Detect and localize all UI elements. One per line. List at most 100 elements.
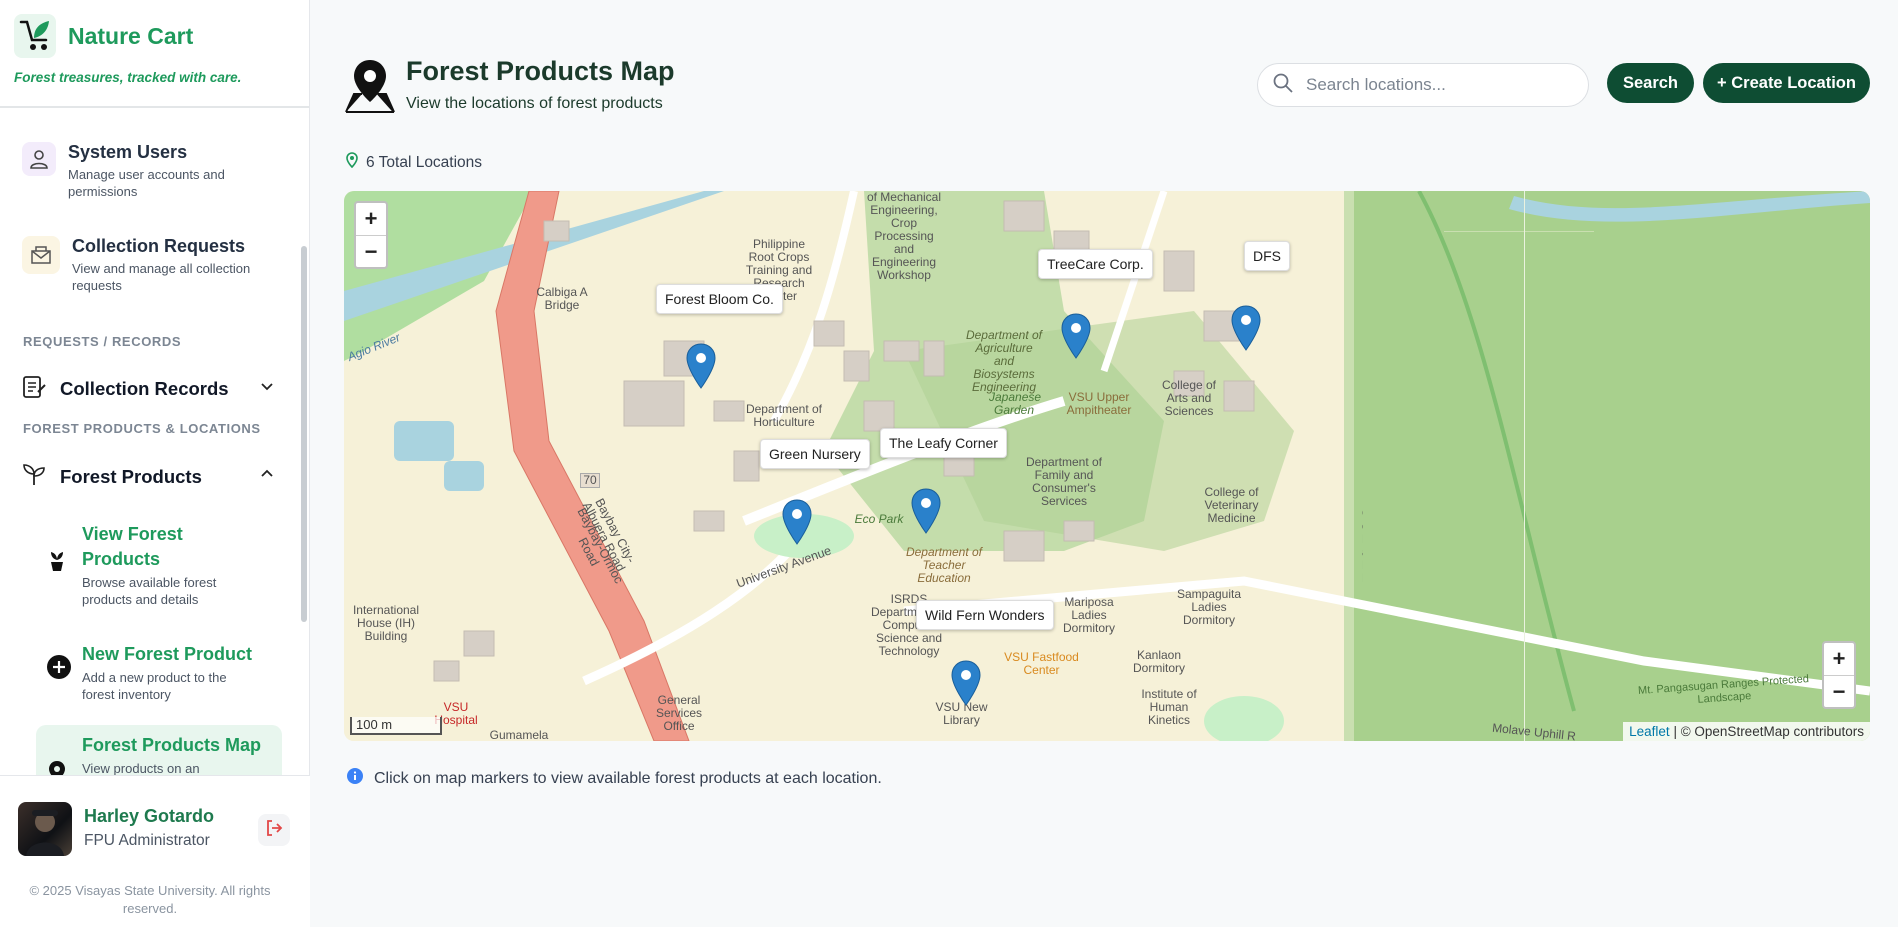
zoom-in-button[interactable]: + <box>356 203 386 235</box>
sidebar-group-forest-products[interactable]: Forest Products <box>20 460 275 493</box>
sidebar: Nature Cart Forest treasures, tracked wi… <box>0 0 310 927</box>
brand-name: Nature Cart <box>68 22 194 49</box>
sidebar-group-label: Collection Records <box>60 377 229 399</box>
place-label: College of Veterinary Medicine <box>1204 485 1259 525</box>
zoom-in-button[interactable]: + <box>1824 643 1854 675</box>
place-label: College of Forestry and Natural Resource… <box>1362 507 1363 585</box>
leaflet-link[interactable]: Leaflet <box>1629 724 1670 739</box>
chevron-up-icon[interactable] <box>259 466 275 487</box>
place-label: Kanlaon Dormitory <box>1132 648 1185 675</box>
sidebar-item-collection-requests[interactable]: Collection Requests View and manage all … <box>22 236 272 294</box>
plus-circle-icon <box>46 654 72 703</box>
create-location-button[interactable]: + Create Location <box>1703 63 1870 103</box>
sidebar-nav: System Users Manage user accounts and pe… <box>0 110 300 775</box>
place-label: International House (IH) Building <box>352 603 420 643</box>
cart-leaf-logo-icon <box>14 14 56 58</box>
map-marker-icon[interactable] <box>782 499 812 545</box>
copyright: © 2025 Visayas State University. All rig… <box>29 883 271 916</box>
sidebar-subitem-label: New Forest Product <box>82 644 253 664</box>
location-count-text: 6 Total Locations <box>366 153 483 171</box>
search-icon <box>1272 72 1294 99</box>
place-label: Department of Teacher Education <box>905 545 983 585</box>
user-panel: Harley Gotardo FPU Administrator © 2025 … <box>0 775 310 927</box>
zoom-control-secondary: + − <box>1822 641 1856 709</box>
marker-label-wild-fern[interactable]: Wild Fern Wonders <box>916 600 1054 630</box>
sidebar-subitem-label: Forest Products Map <box>82 735 262 755</box>
sidebar-item-desc: Manage user accounts and permissions <box>68 167 225 199</box>
sidebar-subitem-view-forest-products[interactable]: View Forest Products Browse available fo… <box>36 514 282 616</box>
marker-label-green-nursery[interactable]: Green Nursery <box>760 439 870 469</box>
user-role: FPU Administrator <box>84 832 210 849</box>
map-marker-icon[interactable] <box>951 660 981 706</box>
potted-plant-icon <box>46 548 72 608</box>
logout-icon <box>264 818 284 843</box>
place-label: of Mechanical Engineering, Crop Processi… <box>866 191 942 282</box>
sidebar-item-system-users[interactable]: System Users Manage user accounts and pe… <box>22 142 253 200</box>
map-marker-icon[interactable] <box>911 488 941 534</box>
sidebar-subitem-desc: Browse available forest products and det… <box>82 575 217 607</box>
sidebar-subitem-desc: View products on an <box>82 761 200 775</box>
map-pin-icon <box>46 759 72 775</box>
place-label: Department of Horticulture <box>745 402 823 429</box>
map-scale: 100 m <box>350 717 442 735</box>
logout-button[interactable] <box>258 814 290 846</box>
place-label: Sampaguita Ladies Dormitory <box>1176 587 1242 627</box>
map-attribution: Leaflet | © OpenStreetMap contributors <box>1623 722 1870 741</box>
map-pin-header-icon <box>342 58 398 114</box>
sidebar-item-desc: View and manage all collection requests <box>72 261 251 293</box>
location-pin-icon <box>344 152 360 173</box>
sidebar-subitem-desc: Add a new product to the forest inventor… <box>82 670 227 702</box>
map-marker-icon[interactable] <box>1061 313 1091 359</box>
sidebar-item-label: Collection Requests <box>72 236 246 256</box>
place-label: Gumamela <box>489 728 549 742</box>
user-name: Harley Gotardo <box>84 806 215 826</box>
section-label-forest: FOREST PRODUCTS & LOCATIONS <box>23 421 261 436</box>
sprout-icon <box>20 460 48 493</box>
search-button[interactable]: Search <box>1607 63 1694 103</box>
zoom-control: + − <box>354 201 388 269</box>
sidebar-scrollbar-thumb[interactable] <box>301 246 307 622</box>
place-label: Institute of Human Kinetics <box>1141 687 1197 727</box>
place-label: Department of Family and Consumer's Serv… <box>1025 455 1103 508</box>
marker-label-treecare[interactable]: TreeCare Corp. <box>1038 249 1153 279</box>
sidebar-item-label: System Users <box>68 142 188 162</box>
brand-tagline: Forest treasures, tracked with care. <box>14 70 242 85</box>
place-label: Japanese Garden <box>989 390 1042 417</box>
zoom-out-button[interactable]: − <box>356 235 386 267</box>
place-label: Mariposa Ladies Dormitory <box>1062 595 1115 635</box>
brand: Nature Cart Forest treasures, tracked wi… <box>0 0 309 108</box>
clipboard-icon <box>20 372 48 405</box>
search-input[interactable] <box>1306 75 1566 95</box>
sidebar-subitem-label: View Forest Products <box>82 524 183 569</box>
page-subtitle: View the locations of forest products <box>406 95 663 112</box>
place-label: Department of Agriculture and Biosystems… <box>965 328 1043 394</box>
location-count: 6 Total Locations <box>344 152 482 173</box>
info-icon <box>346 767 364 790</box>
marker-label-forest-bloom[interactable]: Forest Bloom Co. <box>656 284 783 314</box>
place-label: Eco Park <box>854 512 904 526</box>
zoom-out-button[interactable]: − <box>1824 675 1854 707</box>
sidebar-subitem-new-forest-product[interactable]: New Forest Product Add a new product to … <box>36 634 282 711</box>
sidebar-subitem-forest-products-map[interactable]: Forest Products Map View products on an <box>36 725 282 775</box>
chevron-down-icon[interactable] <box>259 378 275 399</box>
place-label: Calbiga A Bridge <box>536 285 588 312</box>
section-label-requests: REQUESTS / RECORDS <box>23 334 182 349</box>
envelope-icon <box>22 236 60 274</box>
place-label: General Services Office <box>655 693 702 733</box>
osm-attribution[interactable]: | © OpenStreetMap contributors <box>1673 724 1864 739</box>
marker-label-dfs[interactable]: DFS <box>1244 241 1290 271</box>
map-view[interactable]: Calbiga A Bridge Philippine Root Crops T… <box>344 191 1870 741</box>
map-marker-icon[interactable] <box>686 343 716 389</box>
map-hint: Click on map markers to view available f… <box>346 767 882 790</box>
map-hint-text: Click on map markers to view available f… <box>374 769 882 787</box>
marker-label-leafy-corner[interactable]: The Leafy Corner <box>880 428 1007 458</box>
user-icon <box>22 142 56 176</box>
avatar[interactable] <box>18 802 72 856</box>
place-label: College of Arts and Sciences <box>1161 378 1217 418</box>
map-marker-icon[interactable] <box>1231 305 1261 351</box>
sidebar-group-label: Forest Products <box>60 465 202 487</box>
place-label: VSU Upper Ampitheater <box>1066 390 1132 417</box>
sidebar-group-collection-records[interactable]: Collection Records <box>20 372 275 405</box>
road-shield: 70 <box>580 473 600 488</box>
page-title: Forest Products Map <box>406 56 675 86</box>
